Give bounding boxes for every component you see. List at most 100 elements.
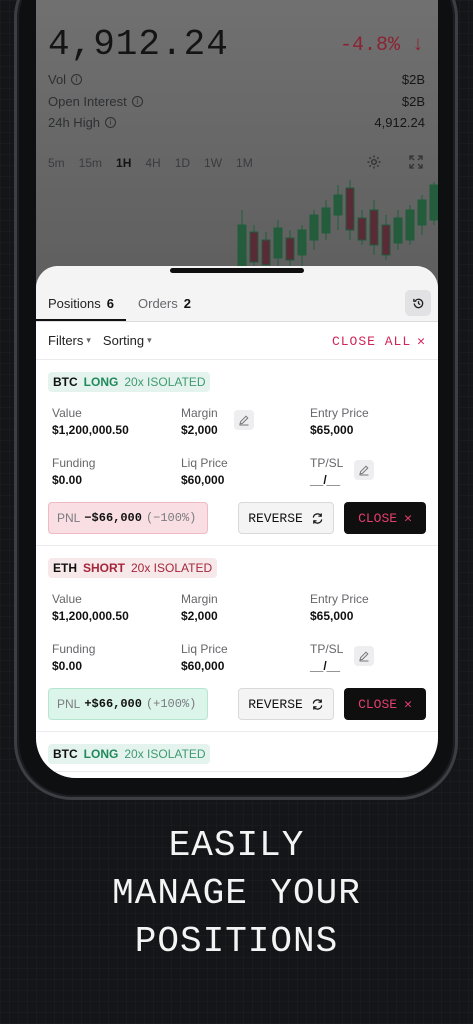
positions-sheet: Positions 6 Orders 2 Filters ▾ Sorting ▾ C…	[36, 266, 438, 778]
position-tag: ETH SHORT 20x ISOLATED	[48, 558, 218, 578]
field-tpsl: TP/SL __/__	[310, 642, 343, 673]
tab-label: Orders	[138, 296, 178, 311]
timeframe-4h[interactable]: 4H	[145, 156, 160, 170]
active-tab-indicator	[36, 319, 126, 321]
expand-icon[interactable]	[408, 154, 424, 170]
headline-line: POSITIONS	[134, 921, 339, 962]
close-all-button[interactable]: CLOSE ALL ✕	[332, 334, 426, 349]
stat-label: Open Interest	[48, 94, 127, 109]
tab-count: 2	[183, 296, 191, 311]
stat-value: 4,912.24	[374, 115, 425, 130]
field-tpsl: TP/SL __/__	[310, 456, 343, 487]
pnl-badge: PNL +$66,000 (+100%)	[48, 688, 208, 720]
sorting-dropdown[interactable]: Sorting ▾	[103, 333, 152, 348]
history-icon	[412, 298, 423, 308]
field-val: $0.00	[52, 659, 83, 673]
position-symbol: BTC	[53, 747, 78, 761]
sorting-label: Sorting	[102, 333, 145, 348]
pnl-label: PNL	[57, 697, 81, 711]
tab-positions[interactable]: Positions 6	[48, 296, 114, 311]
field-val: $0.00	[52, 473, 83, 487]
position-symbol: BTC	[53, 375, 78, 389]
position-leverage: 20x ISOLATED	[124, 747, 206, 761]
timeframe-1d[interactable]: 1D	[175, 156, 190, 170]
info-icon[interactable]: i	[71, 74, 83, 85]
field-liq-price: Liq Price $60,000	[181, 456, 228, 487]
field-funding: Funding $0.00	[52, 456, 95, 487]
field-label: Liq Price	[181, 456, 228, 470]
timeframe-selector: 5m 15m 1H 4H 1D 1W 1M	[48, 156, 253, 170]
close-all-label: CLOSE ALL	[331, 334, 412, 349]
timeframe-15m[interactable]: 15m	[79, 156, 102, 170]
pnl-amount: +$66,000	[84, 697, 142, 711]
info-icon[interactable]: i	[105, 117, 117, 128]
edit-margin-button[interactable]	[234, 410, 254, 430]
market-price: 4,912.24	[48, 24, 229, 65]
timeframe-1h[interactable]: 1H	[116, 156, 131, 170]
info-icon[interactable]: i	[131, 96, 143, 107]
position-leverage: 20x ISOLATED	[124, 375, 206, 389]
pnl-percent: (+100%)	[145, 697, 197, 711]
stat-24h-high: 24h High i 4,912.24	[48, 115, 425, 130]
field-val: $65,000	[310, 609, 354, 623]
position-tag: BTC LONG 20x ISOLATED	[48, 372, 211, 392]
filters-dropdown[interactable]: Filters ▾	[48, 333, 91, 348]
field-label: Funding	[52, 642, 96, 656]
settings-icon[interactable]	[366, 154, 382, 170]
candlestick-chart	[237, 180, 438, 270]
refresh-icon	[312, 698, 323, 710]
close-position-button[interactable]: CLOSE ✕	[344, 688, 426, 720]
stat-value: $2B	[401, 94, 425, 109]
field-entry-price: Entry Price $65,000	[310, 406, 369, 437]
timeframe-1m[interactable]: 1M	[236, 156, 253, 170]
field-val: $2,000	[181, 609, 218, 623]
stat-label: 24h High	[48, 115, 101, 130]
refresh-icon	[312, 512, 323, 524]
timeframe-1w[interactable]: 1W	[204, 156, 222, 170]
pencil-icon	[239, 415, 249, 426]
close-icon: ✕	[404, 510, 412, 526]
field-val: $1,200,000.50	[52, 423, 129, 437]
field-label: Liq Price	[181, 642, 228, 656]
field-liq-price: Liq Price $60,000	[181, 642, 228, 673]
app-screen: 4,912.24 -4.8% ↓ Vol i $2B Open Interest i…	[36, 0, 438, 778]
field-label: Entry Price	[310, 592, 369, 606]
edit-tpsl-button[interactable]	[354, 646, 374, 666]
timeframe-5m[interactable]: 5m	[48, 156, 65, 170]
history-button[interactable]	[405, 290, 431, 316]
pencil-icon	[359, 465, 369, 476]
field-label: Entry Price	[310, 406, 369, 420]
field-val: __/__	[310, 473, 341, 487]
reverse-label: REVERSE	[248, 510, 303, 526]
stat-volume: Vol i $2B	[48, 72, 425, 87]
stat-value: $2B	[401, 72, 425, 87]
pnl-badge: PNL −$66,000 (−100%)	[48, 502, 208, 534]
market-overview: 4,912.24 -4.8% ↓ Vol i $2B Open Interest i…	[36, 0, 438, 280]
field-val: __/__	[310, 659, 341, 673]
chevron-down-icon: ▾	[86, 335, 91, 345]
field-margin: Margin $2,000	[181, 592, 218, 623]
field-val: $2,000	[181, 423, 218, 437]
reverse-button[interactable]: REVERSE	[238, 502, 334, 534]
position-side: LONG	[83, 747, 119, 761]
close-label: CLOSE	[358, 696, 398, 712]
close-position-button[interactable]: CLOSE ✕	[344, 502, 426, 534]
position-card: ETH SHORT 20x ISOLATED Value $1,200,000.5…	[36, 546, 438, 732]
field-label: Margin	[181, 592, 218, 606]
field-val: $60,000	[181, 659, 225, 673]
position-side: SHORT	[83, 561, 125, 575]
pencil-icon	[359, 651, 369, 662]
edit-tpsl-button[interactable]	[354, 460, 374, 480]
field-val: $1,200,000.50	[52, 609, 129, 623]
pnl-percent: (−100%)	[145, 511, 197, 525]
close-icon: ✕	[404, 696, 412, 712]
field-margin: Margin $2,000	[181, 406, 218, 437]
reverse-button[interactable]: REVERSE	[238, 688, 334, 720]
field-funding: Funding $0.00	[52, 642, 95, 673]
field-val: $65,000	[310, 423, 354, 437]
sheet-grabber[interactable]	[170, 268, 304, 273]
tab-orders[interactable]: Orders 2	[138, 296, 191, 311]
reverse-label: REVERSE	[248, 696, 303, 712]
position-card: BTC LONG 20x ISOLATED Value $1,200,000.50…	[36, 360, 438, 546]
field-label: Margin	[181, 406, 218, 420]
